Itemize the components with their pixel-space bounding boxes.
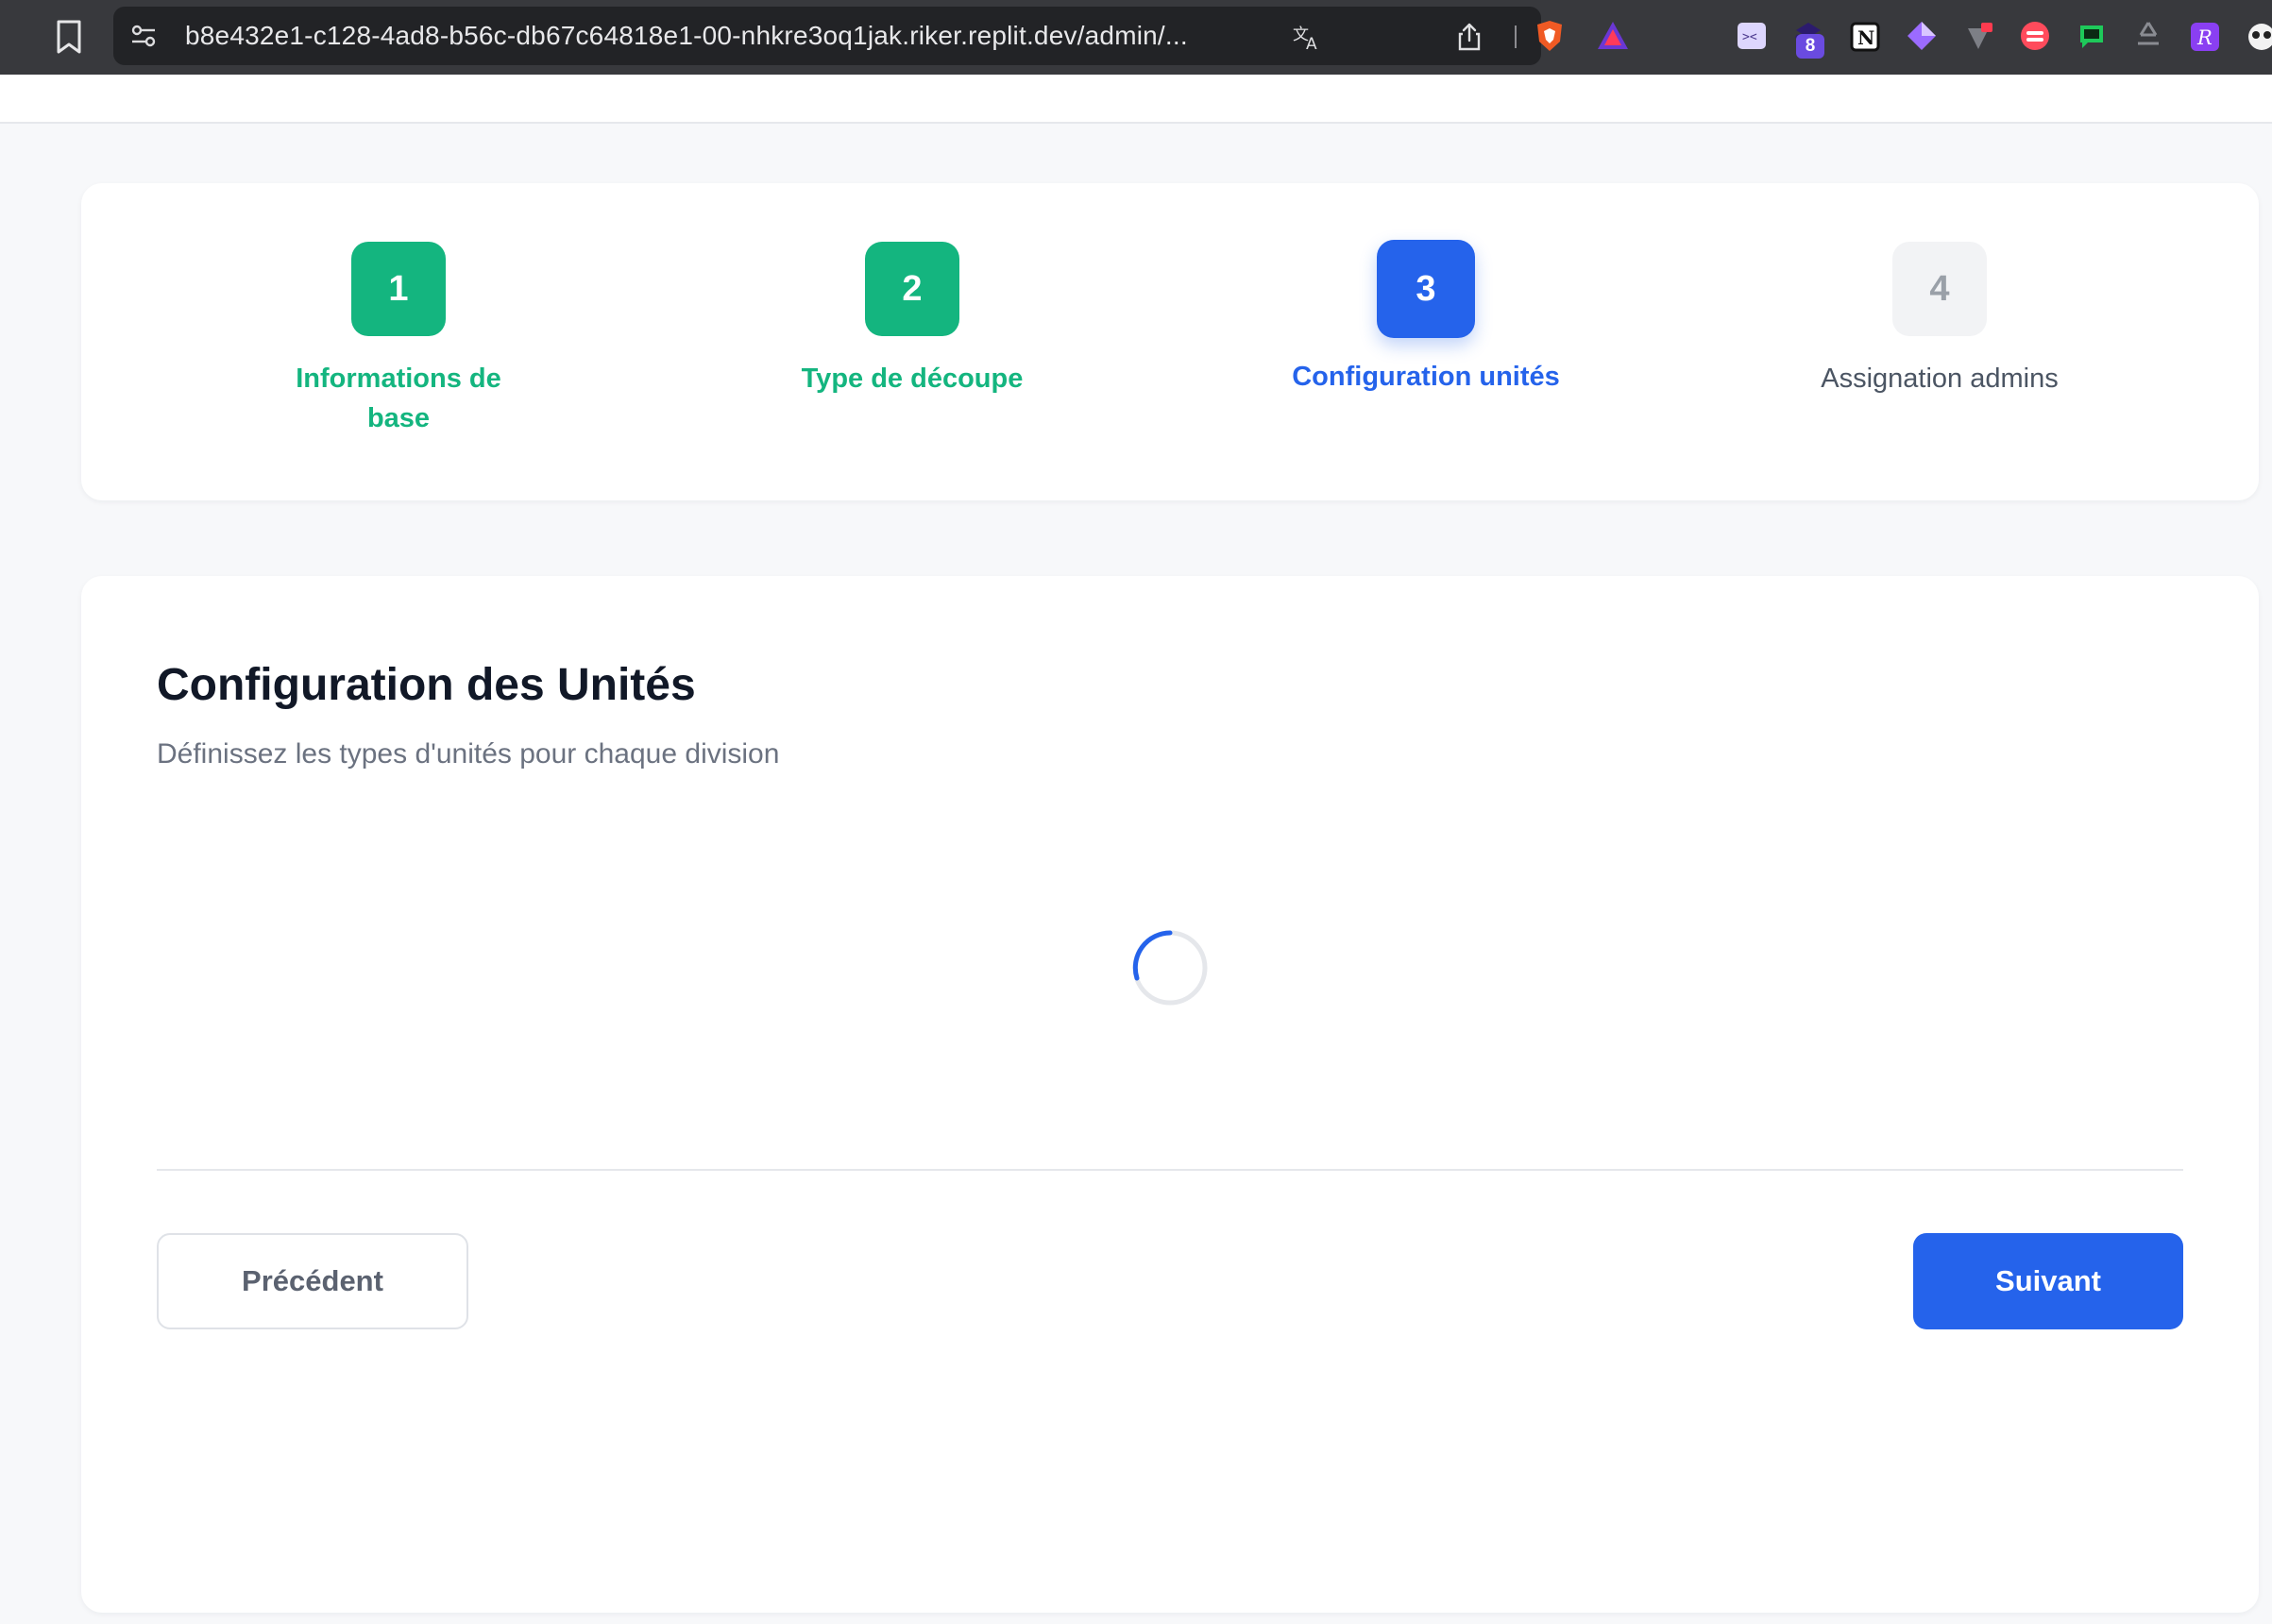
loading-spinner-icon: [1132, 930, 1208, 1006]
extension-badge: 8: [1796, 34, 1824, 59]
step-number: 2: [865, 242, 959, 336]
extension-cat-icon[interactable]: ><: [1734, 17, 1770, 55]
brave-rewards-icon[interactable]: [1596, 20, 1630, 52]
notion-icon[interactable]: N: [1847, 17, 1883, 55]
page-title: Configuration des Unités: [157, 660, 696, 710]
brave-shield-icon[interactable]: [1534, 19, 1566, 53]
step-label: Configuration unités: [1292, 362, 1560, 392]
app-header: [0, 75, 2272, 124]
step-number: 3: [1377, 240, 1475, 338]
extension-panda-icon[interactable]: [2244, 17, 2272, 55]
address-bar[interactable]: b8e432e1-c128-4ad8-b56c-db67c64818e1-00-…: [113, 7, 1628, 65]
step-label: Type de découpe: [801, 364, 1024, 394]
browser-toolbar: b8e432e1-c128-4ad8-b56c-db67c64818e1-00-…: [0, 0, 2272, 75]
page-subtitle: Définissez les types d'unités pour chaqu…: [157, 738, 780, 770]
step-4[interactable]: 4 Assignation admins: [1760, 242, 2119, 398]
share-icon[interactable]: [1454, 22, 1484, 52]
step-number: 4: [1892, 242, 1987, 336]
next-button[interactable]: Suivant: [1913, 1233, 2183, 1329]
bookmark-icon[interactable]: [53, 19, 85, 55]
svg-text:N: N: [1857, 26, 1874, 49]
step-label: Informations de base: [296, 364, 501, 433]
step-1[interactable]: 1 Informations de base: [219, 242, 578, 438]
step-2[interactable]: 2 Type de découpe: [733, 242, 1092, 398]
extension-recycle-icon[interactable]: [2130, 17, 2166, 55]
step-3[interactable]: 3 Configuration unités: [1246, 240, 1605, 397]
extension-r-icon[interactable]: R: [2187, 17, 2223, 55]
svg-text:A: A: [1306, 35, 1317, 52]
stepper-card: 1 Informations de base 2 Type de découpe…: [81, 183, 2259, 500]
previous-button[interactable]: Précédent: [157, 1233, 468, 1329]
extension-pin-icon[interactable]: [1960, 17, 1996, 55]
step-number: 1: [351, 242, 446, 336]
svg-text:><: ><: [1742, 30, 1757, 44]
translate-icon[interactable]: 文 A: [1292, 22, 1322, 52]
extension-chat-icon[interactable]: [2074, 17, 2110, 55]
extension-diamond-icon[interactable]: [1904, 17, 1940, 55]
step-label: Assignation admins: [1821, 364, 2059, 394]
url-text[interactable]: b8e432e1-c128-4ad8-b56c-db67c64818e1-00-…: [185, 7, 1384, 65]
units-config-card: Configuration des Unités Définissez les …: [81, 576, 2259, 1613]
footer-divider: [157, 1169, 2183, 1171]
extension-red-circle-icon[interactable]: [2017, 17, 2053, 55]
toolbar-separator: [1515, 25, 1517, 48]
site-settings-icon[interactable]: [130, 24, 157, 48]
svg-text:R: R: [2196, 26, 2213, 49]
